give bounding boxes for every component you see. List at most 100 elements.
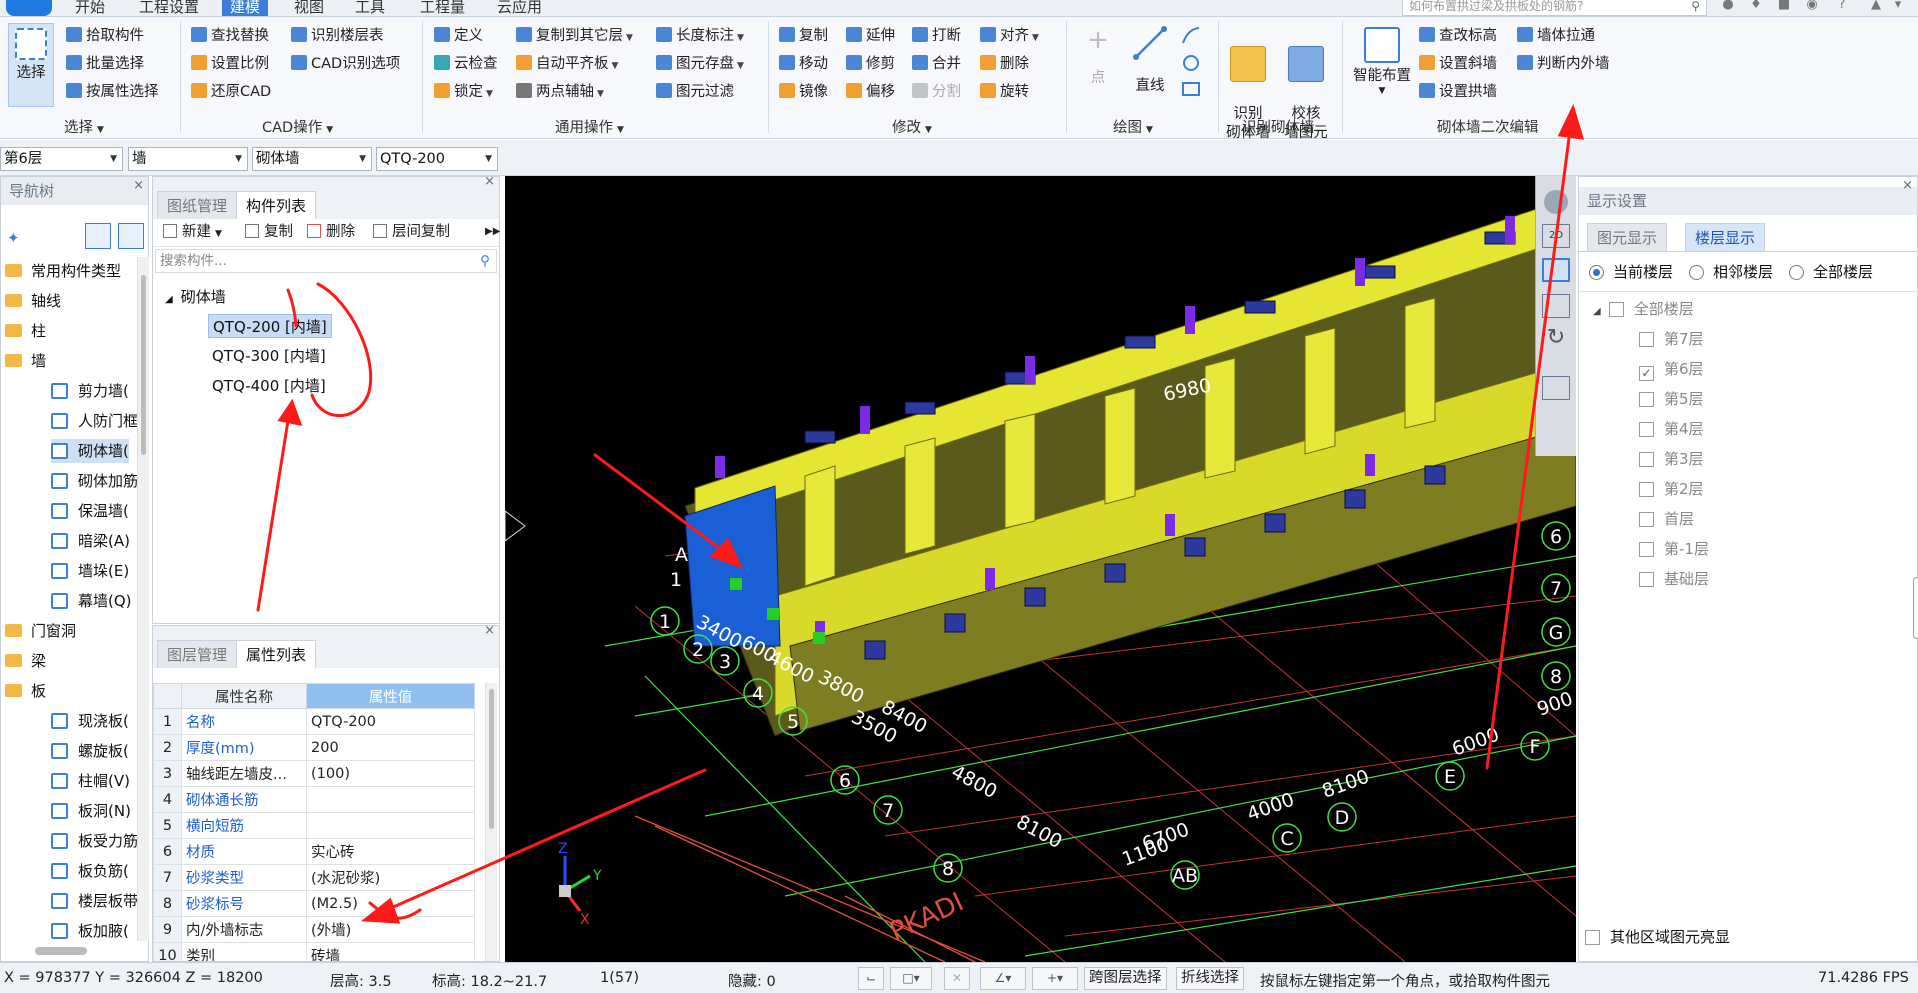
- floor-checkbox-item[interactable]: 第-1层: [1639, 537, 1709, 561]
- nav-item[interactable]: 板加腋(: [51, 919, 129, 943]
- angle-icon[interactable]: ∠▾: [980, 967, 1026, 990]
- checkbox[interactable]: [1639, 542, 1654, 557]
- nav-item[interactable]: 幕墙(Q): [51, 589, 132, 613]
- search-icon[interactable]: ⚲: [1691, 0, 1700, 15]
- radio-icon[interactable]: [1589, 265, 1604, 280]
- nav-folder[interactable]: 轴线: [5, 289, 61, 313]
- floor-select[interactable]: 第6层 ▼: [0, 147, 123, 171]
- component-name-select[interactable]: QTQ-200 ▼: [376, 147, 498, 171]
- panel-scroll-handle[interactable]: [1913, 577, 1918, 639]
- polyline-select-button[interactable]: 折线选择: [1176, 967, 1244, 990]
- mirror-button[interactable]: 镜像: [779, 81, 828, 103]
- shirt-icon[interactable]: ▲: [1868, 0, 1884, 13]
- wall-extend-button[interactable]: 墙体拉通: [1517, 25, 1595, 47]
- property-value[interactable]: 实心砖: [306, 838, 475, 865]
- chat-icon[interactable]: ■: [1776, 0, 1792, 13]
- save-element-button[interactable]: 图元存盘 ▼: [656, 53, 744, 75]
- select-group-label[interactable]: 选择 ▼: [64, 116, 104, 137]
- draw-line-button[interactable]: 直线: [1128, 25, 1172, 96]
- collapse-icon[interactable]: ◢: [1593, 306, 1601, 317]
- nav-folder[interactable]: 门窗洞: [5, 619, 76, 643]
- property-value[interactable]: (M2.5): [306, 890, 475, 917]
- property-row[interactable]: 5 横向短筋: [153, 812, 475, 839]
- nav-item[interactable]: 砌体加筋: [51, 469, 137, 493]
- split-button[interactable]: 分割: [912, 81, 961, 103]
- tab-property-list[interactable]: 属性列表: [236, 640, 317, 668]
- draw-point-button[interactable]: + 点: [1076, 25, 1120, 88]
- copy-to-other-floor-button[interactable]: 复制到其它层 ▼: [516, 25, 633, 47]
- radio-icon[interactable]: [1689, 265, 1704, 280]
- tab-element-display[interactable]: 图元显示: [1587, 223, 1668, 251]
- checkbox[interactable]: [1639, 512, 1654, 527]
- delete-button[interactable]: 删除: [980, 53, 1029, 75]
- property-row[interactable]: 4 砌体通长筋: [153, 786, 475, 813]
- draw-shape-tools[interactable]: [1180, 25, 1202, 101]
- nav-item[interactable]: 螺旋板(: [51, 739, 129, 763]
- snap-icon[interactable]: +▾: [1032, 967, 1078, 990]
- interfloor-copy-button[interactable]: 层间复制: [373, 219, 450, 245]
- property-value[interactable]: 200: [306, 734, 475, 761]
- property-row[interactable]: 10 类别 砖墙: [153, 942, 475, 961]
- nav-hscroll-thumb[interactable]: [35, 947, 87, 955]
- copy-button[interactable]: 复制: [779, 25, 828, 47]
- change-elevation-button[interactable]: 查改标高: [1419, 25, 1497, 47]
- more-icon[interactable]: ▶▶: [485, 219, 500, 245]
- floor-checkbox-item[interactable]: 第3层: [1639, 447, 1704, 471]
- new-component-button[interactable]: 新建 ▼: [163, 219, 222, 245]
- floor-checkbox-item[interactable]: 第2层: [1639, 477, 1704, 501]
- service-icon[interactable]: ◉: [1804, 0, 1820, 13]
- user-icon[interactable]: ●: [1720, 0, 1736, 13]
- checkbox[interactable]: [1639, 452, 1654, 467]
- auto-align-slab-button[interactable]: 自动平齐板 ▼: [516, 53, 618, 75]
- nav-folder[interactable]: 墙: [5, 349, 46, 373]
- cloud-check-button[interactable]: 云检查: [434, 53, 498, 75]
- floor-checkbox-item[interactable]: 第5层: [1639, 387, 1704, 411]
- model-viewport[interactable]: 3400 600 4600 3800 8400 3500 4800 8100 1…: [505, 176, 1576, 962]
- orbit-icon[interactable]: [1544, 190, 1568, 214]
- nav-item[interactable]: 板洞(N): [51, 799, 131, 823]
- cad-identify-options-button[interactable]: CAD识别选项: [291, 53, 400, 75]
- draw-group-label[interactable]: 绘图 ▼: [1113, 116, 1153, 137]
- batch-select-button[interactable]: 批量选择: [66, 53, 144, 75]
- checkbox[interactable]: [1639, 572, 1654, 587]
- property-value[interactable]: [306, 786, 475, 813]
- select-box-icon[interactable]: □▾: [890, 967, 932, 990]
- menu-tab-quantity[interactable]: 工程量: [420, 0, 465, 16]
- smart-layout-button[interactable]: 智能布置 ▼: [1350, 27, 1414, 96]
- pick-component-button[interactable]: 拾取构件: [66, 25, 144, 47]
- menu-tab-modeling[interactable]: 建模: [222, 0, 269, 16]
- break-button[interactable]: 打断: [912, 25, 961, 47]
- nav-item[interactable]: 人防门框: [51, 409, 137, 433]
- property-value[interactable]: QTQ-200: [306, 708, 475, 735]
- property-row[interactable]: 3 轴线距左墙皮... (100): [153, 760, 475, 787]
- menu-tab-start[interactable]: 开始: [75, 0, 105, 16]
- set-slant-wall-button[interactable]: 设置斜墙: [1419, 53, 1497, 75]
- rotate-view-icon[interactable]: ↻: [1544, 326, 1568, 350]
- sparkle-icon[interactable]: ✦: [7, 229, 25, 247]
- floor-scope-radio[interactable]: 全部楼层: [1789, 261, 1873, 283]
- property-value[interactable]: (水泥砂浆): [306, 864, 475, 891]
- checkbox[interactable]: [1608, 302, 1624, 317]
- floor-checkbox-item[interactable]: ✓ 第6层: [1639, 357, 1704, 381]
- nav-item[interactable]: 楼层板带: [51, 889, 137, 913]
- tab-drawing-management[interactable]: 图纸管理: [157, 191, 238, 219]
- checkbox[interactable]: [1639, 482, 1654, 497]
- set-arch-wall-button[interactable]: 设置拱墙: [1419, 81, 1497, 103]
- component-category-select[interactable]: 墙 ▼: [128, 147, 248, 171]
- nav-item[interactable]: 暗梁(A): [51, 529, 130, 553]
- all-floors-checkbox[interactable]: ◢ 全部楼层: [1593, 297, 1694, 321]
- menu-tab-view[interactable]: 视图: [294, 0, 324, 16]
- nav-item[interactable]: 柱帽(V): [51, 769, 130, 793]
- ortho-icon[interactable]: ⌙: [858, 967, 884, 990]
- menu-tab-tools[interactable]: 工具: [355, 0, 385, 16]
- property-scroll-thumb[interactable]: [489, 689, 494, 829]
- nav-folder[interactable]: 板: [5, 679, 46, 703]
- property-value[interactable]: (100): [306, 760, 475, 787]
- judge-inner-outer-wall-button[interactable]: 判断内外墙: [1517, 53, 1610, 75]
- set-scale-button[interactable]: 设置比例: [191, 53, 269, 75]
- grid-view-icon[interactable]: [118, 223, 144, 249]
- crossing-icon[interactable]: ✕: [944, 967, 970, 990]
- find-replace-button[interactable]: 查找替换: [191, 25, 269, 47]
- nav-item[interactable]: 保温墙(: [51, 499, 129, 523]
- property-row[interactable]: 8 砂浆标号 (M2.5): [153, 890, 475, 917]
